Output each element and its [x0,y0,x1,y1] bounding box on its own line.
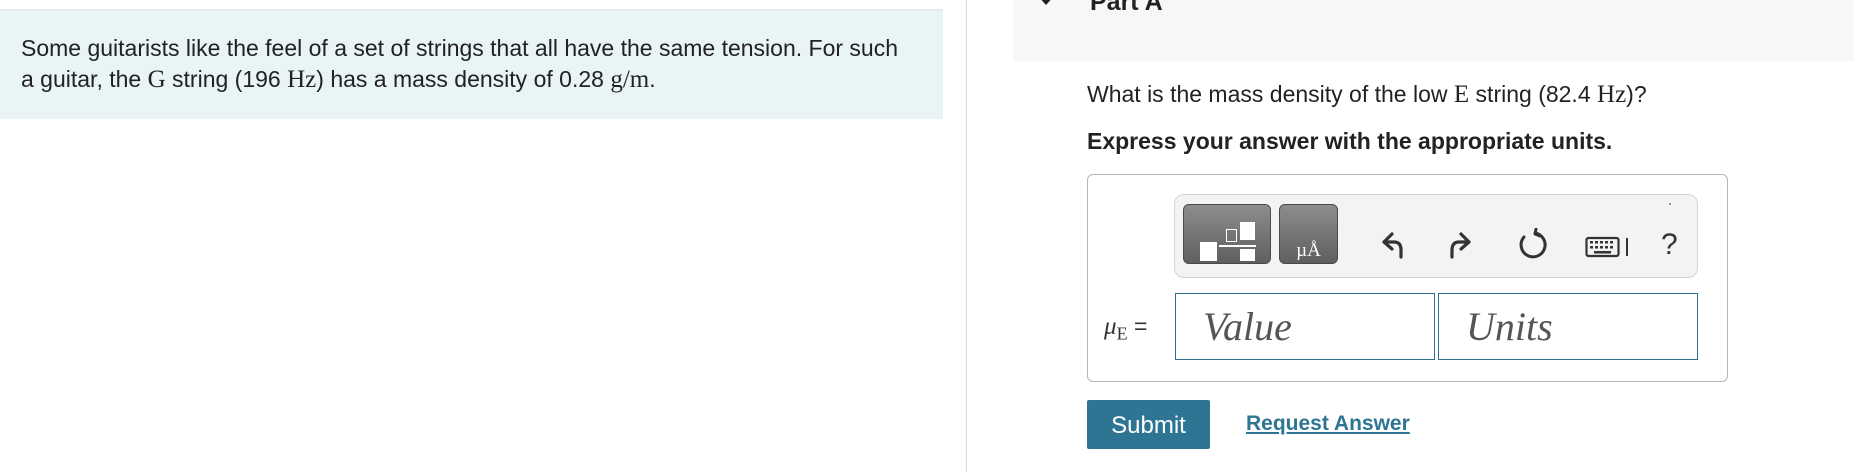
undo-button[interactable] [1374,228,1408,262]
help-button[interactable]: ? [1661,228,1678,262]
string-symbol: G [147,66,166,93]
question-fragment: string (82.4 [1469,81,1598,107]
panel-divider [966,0,967,472]
question-text: What is the mass density of the low E st… [1087,79,1647,110]
reset-icon [1519,228,1547,259]
keyboard-button[interactable] [1585,228,1631,262]
question-fragment: )? [1626,81,1647,107]
problem-text: a guitar, the [21,66,148,92]
equals-sign: = [1127,313,1148,339]
toolbar-dot [1669,203,1671,205]
reset-button[interactable] [1515,228,1549,262]
keyboard-icon [1585,236,1628,258]
units-button[interactable]: µÅ [1279,204,1338,264]
answer-label: μE = [1104,311,1147,349]
part-title[interactable]: Part A [1090,0,1163,16]
request-answer-link[interactable]: Request Answer [1246,411,1410,437]
unit-gm: g/m [610,66,650,93]
problem-text: string (196 [165,66,288,92]
collapse-caret-icon[interactable] [1037,0,1055,5]
problem-text: ) has a mass density of 0.28 [316,66,611,92]
subscript-e: E [1116,323,1128,344]
answer-instruction: Express your answer with the appropriate… [1087,128,1613,154]
question-fragment: What is the mass density of the low [1087,81,1454,107]
submit-button[interactable]: Submit [1087,400,1210,449]
problem-line-2: a guitar, the G string (196 Hz) has a ma… [21,64,923,95]
value-input[interactable] [1175,293,1435,360]
redo-button[interactable] [1445,228,1479,262]
fraction-template-button[interactable] [1183,204,1271,264]
unit-hz: Hz [1597,81,1627,108]
unit-hz: Hz [287,66,317,93]
undo-icon [1382,232,1403,259]
units-icon: µÅ [1296,240,1321,261]
redo-icon [1450,232,1471,259]
mu-symbol: μ [1104,313,1117,340]
problem-statement: Some guitarists like the feel of a set o… [0,11,943,119]
units-input[interactable] [1438,293,1698,360]
string-symbol: E [1453,81,1470,108]
problem-line-1: Some guitarists like the feel of a set o… [21,35,898,61]
problem-text: . [649,66,656,92]
